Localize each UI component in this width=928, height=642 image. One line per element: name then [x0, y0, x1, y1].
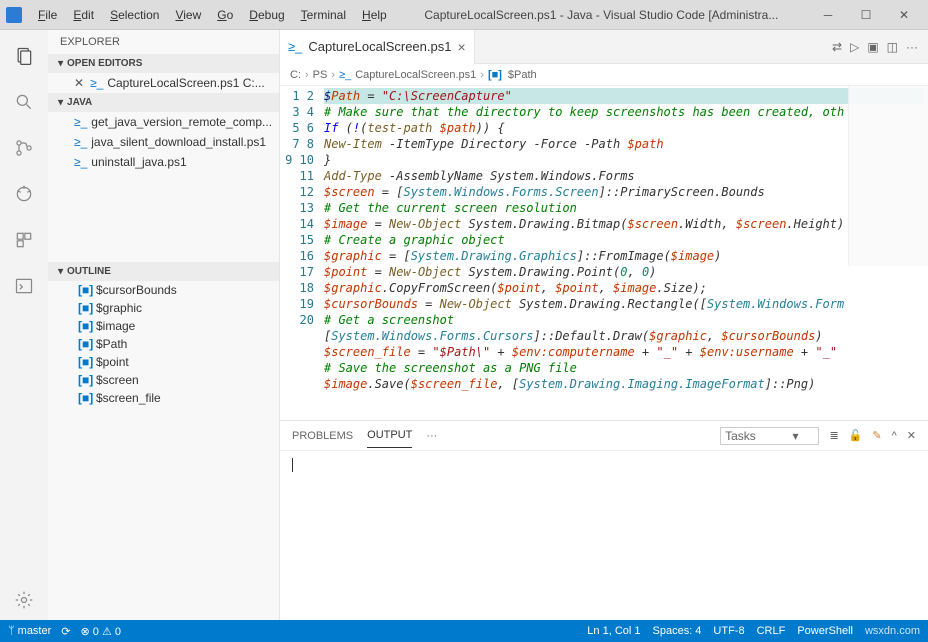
variable-icon: [■] [78, 319, 92, 333]
terminal-icon[interactable] [4, 266, 44, 306]
menu-edit[interactable]: Edit [67, 6, 100, 24]
menu-view[interactable]: View [169, 6, 207, 24]
output-channel-select[interactable]: Tasks ▾ [720, 427, 819, 445]
minimize-button[interactable]: ─ [810, 3, 846, 27]
explorer-icon[interactable] [4, 36, 44, 76]
powershell-file-icon: ≥_ [288, 39, 302, 54]
sidebar-title: EXPLORER [48, 30, 279, 54]
run-icon[interactable]: ▷ [850, 40, 859, 54]
file-item[interactable]: ≥_uninstall_java.ps1 [48, 152, 279, 172]
more-actions-icon[interactable]: ··· [906, 40, 918, 54]
bottom-panel: PROBLEMS OUTPUT ··· Tasks ▾ ≣ 🔓 ✎ ^ ✕ [280, 420, 928, 620]
activity-bar [0, 30, 48, 620]
chevron-down-icon: ▸ [55, 61, 66, 66]
language-status[interactable]: PowerShell [797, 625, 853, 637]
branch-indicator[interactable]: ᛘ master [8, 625, 51, 637]
scm-icon[interactable] [4, 128, 44, 168]
powershell-file-icon: ≥_ [74, 115, 87, 129]
powershell-file-icon: ≥_ [74, 155, 87, 169]
editor-tab[interactable]: ≥_ CaptureLocalScreen.ps1 × [280, 30, 475, 64]
output-body[interactable] [280, 451, 928, 620]
menu-terminal[interactable]: Terminal [295, 6, 352, 24]
settings-gear-icon[interactable] [4, 580, 44, 620]
menu-file[interactable]: File [32, 6, 63, 24]
menu-debug[interactable]: Debug [243, 6, 290, 24]
variable-icon: [■] [78, 337, 92, 351]
close-button[interactable]: ✕ [886, 3, 922, 27]
outline-item[interactable]: [■]$cursorBounds [48, 281, 279, 299]
close-tab-icon[interactable]: × [457, 39, 465, 55]
panel-tab-output[interactable]: OUTPUT [367, 423, 412, 448]
watermark-text: wsxdn.com [865, 625, 920, 637]
chevron-down-icon: ▸ [55, 100, 66, 105]
powershell-file-icon: ≥_ [74, 135, 87, 149]
clear-output-icon[interactable]: ≣ [829, 429, 838, 442]
vscode-logo-icon [6, 7, 22, 23]
variable-icon: [■] [78, 373, 92, 387]
menu-help[interactable]: Help [356, 6, 393, 24]
breadcrumb[interactable]: C:› PS› ≥_ CaptureLocalScreen.ps1› [■] $… [280, 64, 928, 86]
open-file-icon[interactable]: ✎ [872, 429, 881, 442]
panel-maximize-icon[interactable]: ^ [892, 430, 897, 442]
sidebar: EXPLORER ▸OPEN EDITORS ✕ ≥_ CaptureLocal… [48, 30, 280, 620]
outline-item[interactable]: [■]$Path [48, 335, 279, 353]
powershell-file-icon: ≥_ [90, 76, 103, 90]
outline-header[interactable]: ▸OUTLINE [48, 262, 279, 281]
extensions-icon[interactable] [4, 220, 44, 260]
variable-icon: [■] [78, 391, 92, 405]
errors-warnings[interactable]: ⊗ 0 ⚠ 0 [81, 625, 122, 638]
search-icon[interactable] [4, 82, 44, 122]
code-editor[interactable]: 1 2 3 4 5 6 7 8 9 10 11 12 13 14 15 16 1… [280, 86, 928, 420]
outline-item[interactable]: [■]$screen [48, 371, 279, 389]
panel-tab-problems[interactable]: PROBLEMS [292, 424, 353, 448]
variable-icon: [■] [78, 355, 92, 369]
encoding-status[interactable]: UTF-8 [713, 625, 744, 637]
file-item[interactable]: ≥_java_silent_download_install.ps1 [48, 132, 279, 152]
folder-header[interactable]: ▸JAVA [48, 93, 279, 112]
menu-selection[interactable]: Selection [104, 6, 165, 24]
run-selection-icon[interactable]: ▣ [867, 40, 878, 54]
chevron-down-icon: ▸ [55, 269, 66, 274]
code-content[interactable]: $Path = "C:\ScreenCapture" # Make sure t… [320, 86, 928, 420]
variable-icon: [■] [78, 301, 92, 315]
menu-go[interactable]: Go [211, 6, 239, 24]
close-icon[interactable]: ✕ [74, 76, 84, 90]
status-bar: ᛘ master ⟳ ⊗ 0 ⚠ 0 Ln 1, Col 1 Spaces: 4… [0, 620, 928, 642]
compare-icon[interactable]: ⇄ [832, 40, 842, 54]
outline-item[interactable]: [■]$image [48, 317, 279, 335]
powershell-file-icon: ≥_ [339, 69, 351, 81]
eol-status[interactable]: CRLF [757, 625, 786, 637]
file-item[interactable]: ≥_get_java_version_remote_comp... [48, 112, 279, 132]
outline-item[interactable]: [■]$graphic [48, 299, 279, 317]
panel-tab-more[interactable]: ··· [426, 424, 437, 448]
editor-area: ≥_ CaptureLocalScreen.ps1 × ⇄ ▷ ▣ ◫ ··· … [280, 30, 928, 620]
split-editor-icon[interactable]: ◫ [887, 40, 898, 54]
open-editor-item[interactable]: ✕ ≥_ CaptureLocalScreen.ps1 C:... [48, 73, 279, 93]
window-title: CaptureLocalScreen.ps1 - Java - Visual S… [397, 8, 806, 22]
line-gutter: 1 2 3 4 5 6 7 8 9 10 11 12 13 14 15 16 1… [280, 86, 320, 420]
sync-icon[interactable]: ⟳ [61, 625, 70, 638]
outline-item[interactable]: [■]$screen_file [48, 389, 279, 407]
variable-icon: [■] [488, 69, 502, 81]
cursor-position[interactable]: Ln 1, Col 1 [587, 625, 640, 637]
outline-item[interactable]: [■]$point [48, 353, 279, 371]
minimap[interactable] [848, 86, 928, 266]
debug-icon[interactable] [4, 174, 44, 214]
open-editors-header[interactable]: ▸OPEN EDITORS [48, 54, 279, 73]
title-bar: File Edit Selection View Go Debug Termin… [0, 0, 928, 30]
indent-status[interactable]: Spaces: 4 [653, 625, 702, 637]
lock-scroll-icon[interactable]: 🔓 [849, 429, 863, 442]
tab-bar: ≥_ CaptureLocalScreen.ps1 × ⇄ ▷ ▣ ◫ ··· [280, 30, 928, 64]
cursor [292, 458, 293, 472]
variable-icon: [■] [78, 283, 92, 297]
panel-close-icon[interactable]: ✕ [907, 429, 916, 442]
maximize-button[interactable]: ☐ [848, 3, 884, 27]
